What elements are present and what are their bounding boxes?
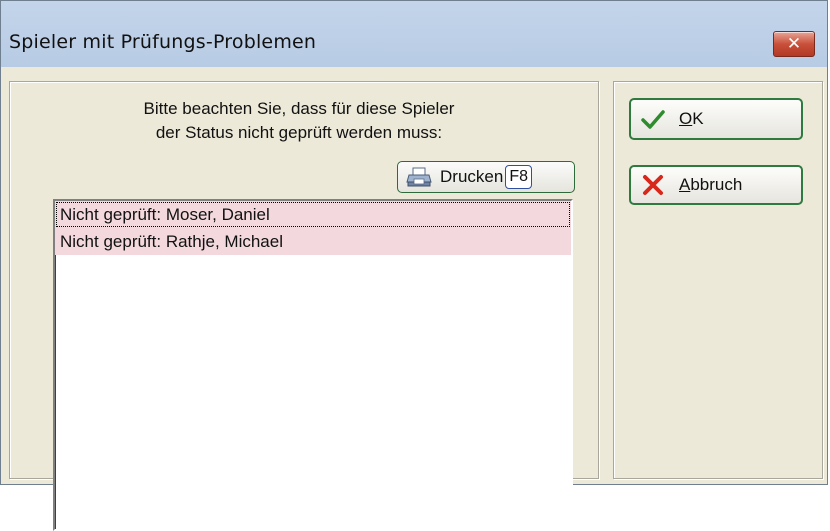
- cross-icon: [643, 175, 663, 195]
- ok-label-rest: K: [692, 109, 704, 128]
- window-title: Spieler mit Prüfungs-Problemen: [9, 31, 317, 53]
- list-item[interactable]: Nicht geprüft: Moser, Daniel: [55, 201, 571, 228]
- info-message-line-1: Bitte beachten Sie, dass für diese Spiel…: [143, 99, 455, 118]
- info-message-line-2: der Status nicht geprüft werden muss:: [155, 123, 443, 142]
- close-icon: ✕: [786, 34, 802, 54]
- list-item[interactable]: Nicht geprüft: Rathje, Michael: [55, 228, 571, 255]
- cancel-button-label: Abbruch: [679, 175, 742, 195]
- print-shortcut-badge: F8: [505, 165, 532, 189]
- printer-icon: [406, 167, 432, 187]
- checkmark-icon: [641, 110, 665, 129]
- info-message: Bitte beachten Sie, dass für diese Spiel…: [1, 97, 597, 145]
- player-listbox[interactable]: Nicht geprüft: Moser, Daniel Nicht geprü…: [53, 199, 573, 531]
- print-button-label: Drucken: [440, 167, 504, 186]
- close-button[interactable]: ✕: [773, 31, 815, 57]
- dialog-window: Spieler mit Prüfungs-Problemen ✕ Bitte b…: [0, 0, 828, 531]
- print-button[interactable]: Drucken F8: [397, 161, 575, 193]
- cancel-button[interactable]: Abbruch: [629, 165, 803, 205]
- ok-button-label: OK: [679, 109, 704, 129]
- buttons-group-frame: [613, 81, 823, 479]
- cancel-mnemonic: A: [679, 175, 691, 194]
- ok-button[interactable]: OK: [629, 98, 803, 140]
- cancel-label-rest: bbruch: [690, 175, 743, 194]
- ok-mnemonic: O: [679, 109, 693, 128]
- dialog-client-area: Bitte beachten Sie, dass für diese Spiel…: [1, 67, 827, 531]
- title-bar[interactable]: Spieler mit Prüfungs-Problemen ✕: [1, 1, 827, 68]
